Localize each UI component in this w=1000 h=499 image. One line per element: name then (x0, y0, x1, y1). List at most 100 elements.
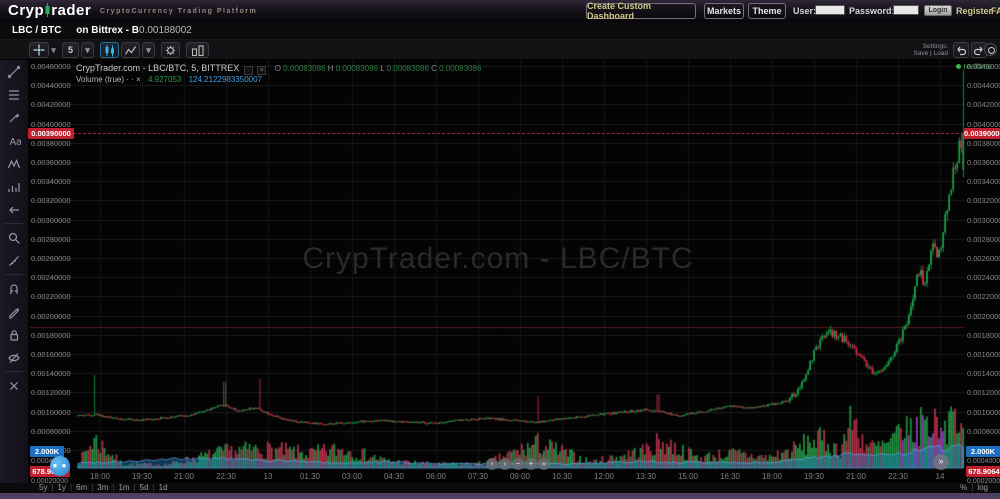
register-link[interactable]: Register (956, 6, 992, 16)
tool-trend-line-icon[interactable] (0, 60, 28, 83)
tool-text-icon[interactable]: Aa (0, 129, 28, 152)
y-tick-right: 0.00080000 (967, 427, 1000, 436)
volume-value-blue: 124.2122983350007 (189, 75, 262, 84)
chart-nav-scroll-left-button[interactable]: ‹ (486, 458, 498, 470)
chart-legend: CrypTrader.com - LBC/BTC, 5, BITTREX · ×… (76, 63, 481, 75)
faq-link[interactable]: FAQ (991, 6, 1000, 16)
tool-divider (5, 274, 23, 275)
login-button[interactable]: Login (924, 5, 952, 16)
markets-button[interactable]: Markets (704, 3, 744, 19)
tool-brush-icon[interactable] (0, 106, 28, 129)
y-tick-left: 0.00160000 (31, 350, 71, 359)
y-tick-left: 0.00120000 (31, 388, 71, 397)
indicators-dropdown[interactable]: ▾ (142, 42, 155, 58)
x-tick: 13 (253, 472, 283, 481)
compare-button[interactable] (186, 42, 209, 58)
chart-nav-go-to-end-button[interactable]: » (538, 458, 550, 470)
go-to-realtime-button[interactable]: » (933, 454, 949, 470)
symbol-bar: LBC / BTC on Bittrex - B0.00188002 (0, 22, 1000, 40)
x-tick: 21:00 (841, 472, 871, 481)
bottom-bar: 5y|1y|6m|3m|1m|5d|1d %|log (0, 483, 1000, 493)
y-tick-left: 0.00180000 (31, 331, 71, 340)
password-input[interactable] (893, 5, 919, 15)
tool-forecast-icon[interactable] (0, 175, 28, 198)
volume-eye-icon[interactable]: · (131, 75, 134, 84)
range-1y[interactable]: 1y (54, 483, 70, 492)
scale-selector: %|log (956, 483, 992, 492)
undo-button[interactable] (953, 42, 969, 58)
low-tick-right-a: 0.00040000 (967, 458, 1000, 465)
y-tick-right: 0.00220000 (967, 292, 1000, 301)
volume-close-icon[interactable]: × (136, 75, 141, 84)
y-tick-left: 0.00200000 (31, 312, 71, 321)
chart-nav-zoom-in-button[interactable]: + (525, 458, 537, 470)
chart-nav-scroll-right-button[interactable]: › (499, 458, 511, 470)
logo-tagline: CryptoCurrency Trading Platform (100, 8, 257, 15)
tool-zoom-icon[interactable] (0, 226, 28, 249)
y-tick-left: 0.00240000 (31, 273, 71, 282)
x-tick: 22:30 (211, 472, 241, 481)
tool-lock-icon[interactable] (0, 323, 28, 346)
y-tick-left: 0.00300000 (31, 216, 71, 225)
x-tick: 19:30 (799, 472, 829, 481)
range-5d[interactable]: 5d (136, 483, 153, 492)
tool-hide-icon[interactable] (0, 346, 28, 369)
tool-edit-icon[interactable] (0, 300, 28, 323)
y-tick-right: 0.00380000 (967, 139, 1000, 148)
y-tick-right: 0.00120000 (967, 388, 1000, 397)
theme-button[interactable]: Theme (748, 3, 786, 19)
crosshair-dropdown-arrow[interactable]: ▾ (50, 42, 57, 58)
y-tick-right: 0.00160000 (967, 350, 1000, 359)
interval-dropdown[interactable]: ▾ (81, 42, 94, 58)
current-price-line (28, 133, 964, 134)
range-selector: 5y|1y|6m|3m|1m|5d|1d (35, 483, 172, 492)
symbol-exchange: on Bittrex - (76, 25, 132, 36)
volume-badge-blue-right: 2.000K (966, 446, 1000, 457)
legend-title: CrypTrader.com - LBC/BTC, 5, BITTREX (76, 63, 239, 73)
range-3m[interactable]: 3m (93, 483, 112, 492)
chat-widget-button[interactable]: ● ● (50, 456, 70, 476)
drawing-tools-sidebar: Aa (0, 60, 28, 485)
y-tick-right: 0.00440000 (967, 81, 1000, 90)
logo: Cryprader CryptoCurrency Trading Platfor… (8, 1, 257, 19)
chart-panel[interactable]: CrypTrader.com - LBC/BTC CrypTrader.com … (28, 60, 1000, 485)
snapshot-camera-button[interactable] (984, 43, 997, 56)
create-custom-dashboard-button[interactable]: Create Custom Dashboard (586, 3, 696, 19)
legend-settings-icon[interactable]: · (244, 66, 253, 75)
range-6m[interactable]: 6m (72, 483, 91, 492)
chart-settings-button[interactable] (161, 42, 180, 58)
volume-legend: Volume (true) · · × 4.927053 124.2122983… (76, 75, 262, 84)
range-1m[interactable]: 1m (114, 483, 133, 492)
chart-nav-zoom-out-button[interactable]: − (512, 458, 524, 470)
x-tick: 10:30 (547, 472, 577, 481)
settings-save-load[interactable]: Settings:Save | Load (913, 43, 948, 57)
y-tick-left: 0.00100000 (31, 408, 71, 417)
x-tick: 21:00 (169, 472, 199, 481)
range-1d[interactable]: 1d (155, 483, 172, 492)
candlestick-chart-button[interactable] (100, 42, 119, 58)
indicators-button[interactable] (121, 42, 140, 58)
x-tick: 18:00 (85, 472, 115, 481)
volume-settings-icon[interactable]: · (126, 75, 129, 84)
x-tick: 22:30 (883, 472, 913, 481)
x-tick: 14 (925, 472, 955, 481)
user-input[interactable] (815, 5, 845, 15)
tool-divider (5, 223, 23, 224)
scale-%[interactable]: % (956, 483, 971, 492)
x-tick: 01:30 (295, 472, 325, 481)
tool-delete-icon[interactable] (0, 374, 28, 397)
y-tick-left: 0.00080000 (31, 427, 71, 436)
scale-log[interactable]: log (973, 483, 992, 492)
legend-close-icon[interactable]: × (257, 66, 266, 75)
x-tick: 03:00 (337, 472, 367, 481)
top-header: Cryprader CryptoCurrency Trading Platfor… (0, 0, 1000, 22)
tool-magnet-icon[interactable] (0, 277, 28, 300)
tool-xabcd-pattern-icon[interactable] (0, 152, 28, 175)
tool-arrow-icon[interactable] (0, 198, 28, 221)
range-5y[interactable]: 5y (35, 483, 51, 492)
crosshair-tool-button[interactable] (29, 42, 49, 58)
interval-button[interactable]: 5 (62, 42, 79, 58)
tool-fib-retracement-icon[interactable] (0, 83, 28, 106)
volume-value-green: 4.927053 (148, 75, 181, 84)
tool-measure-icon[interactable] (0, 249, 28, 272)
